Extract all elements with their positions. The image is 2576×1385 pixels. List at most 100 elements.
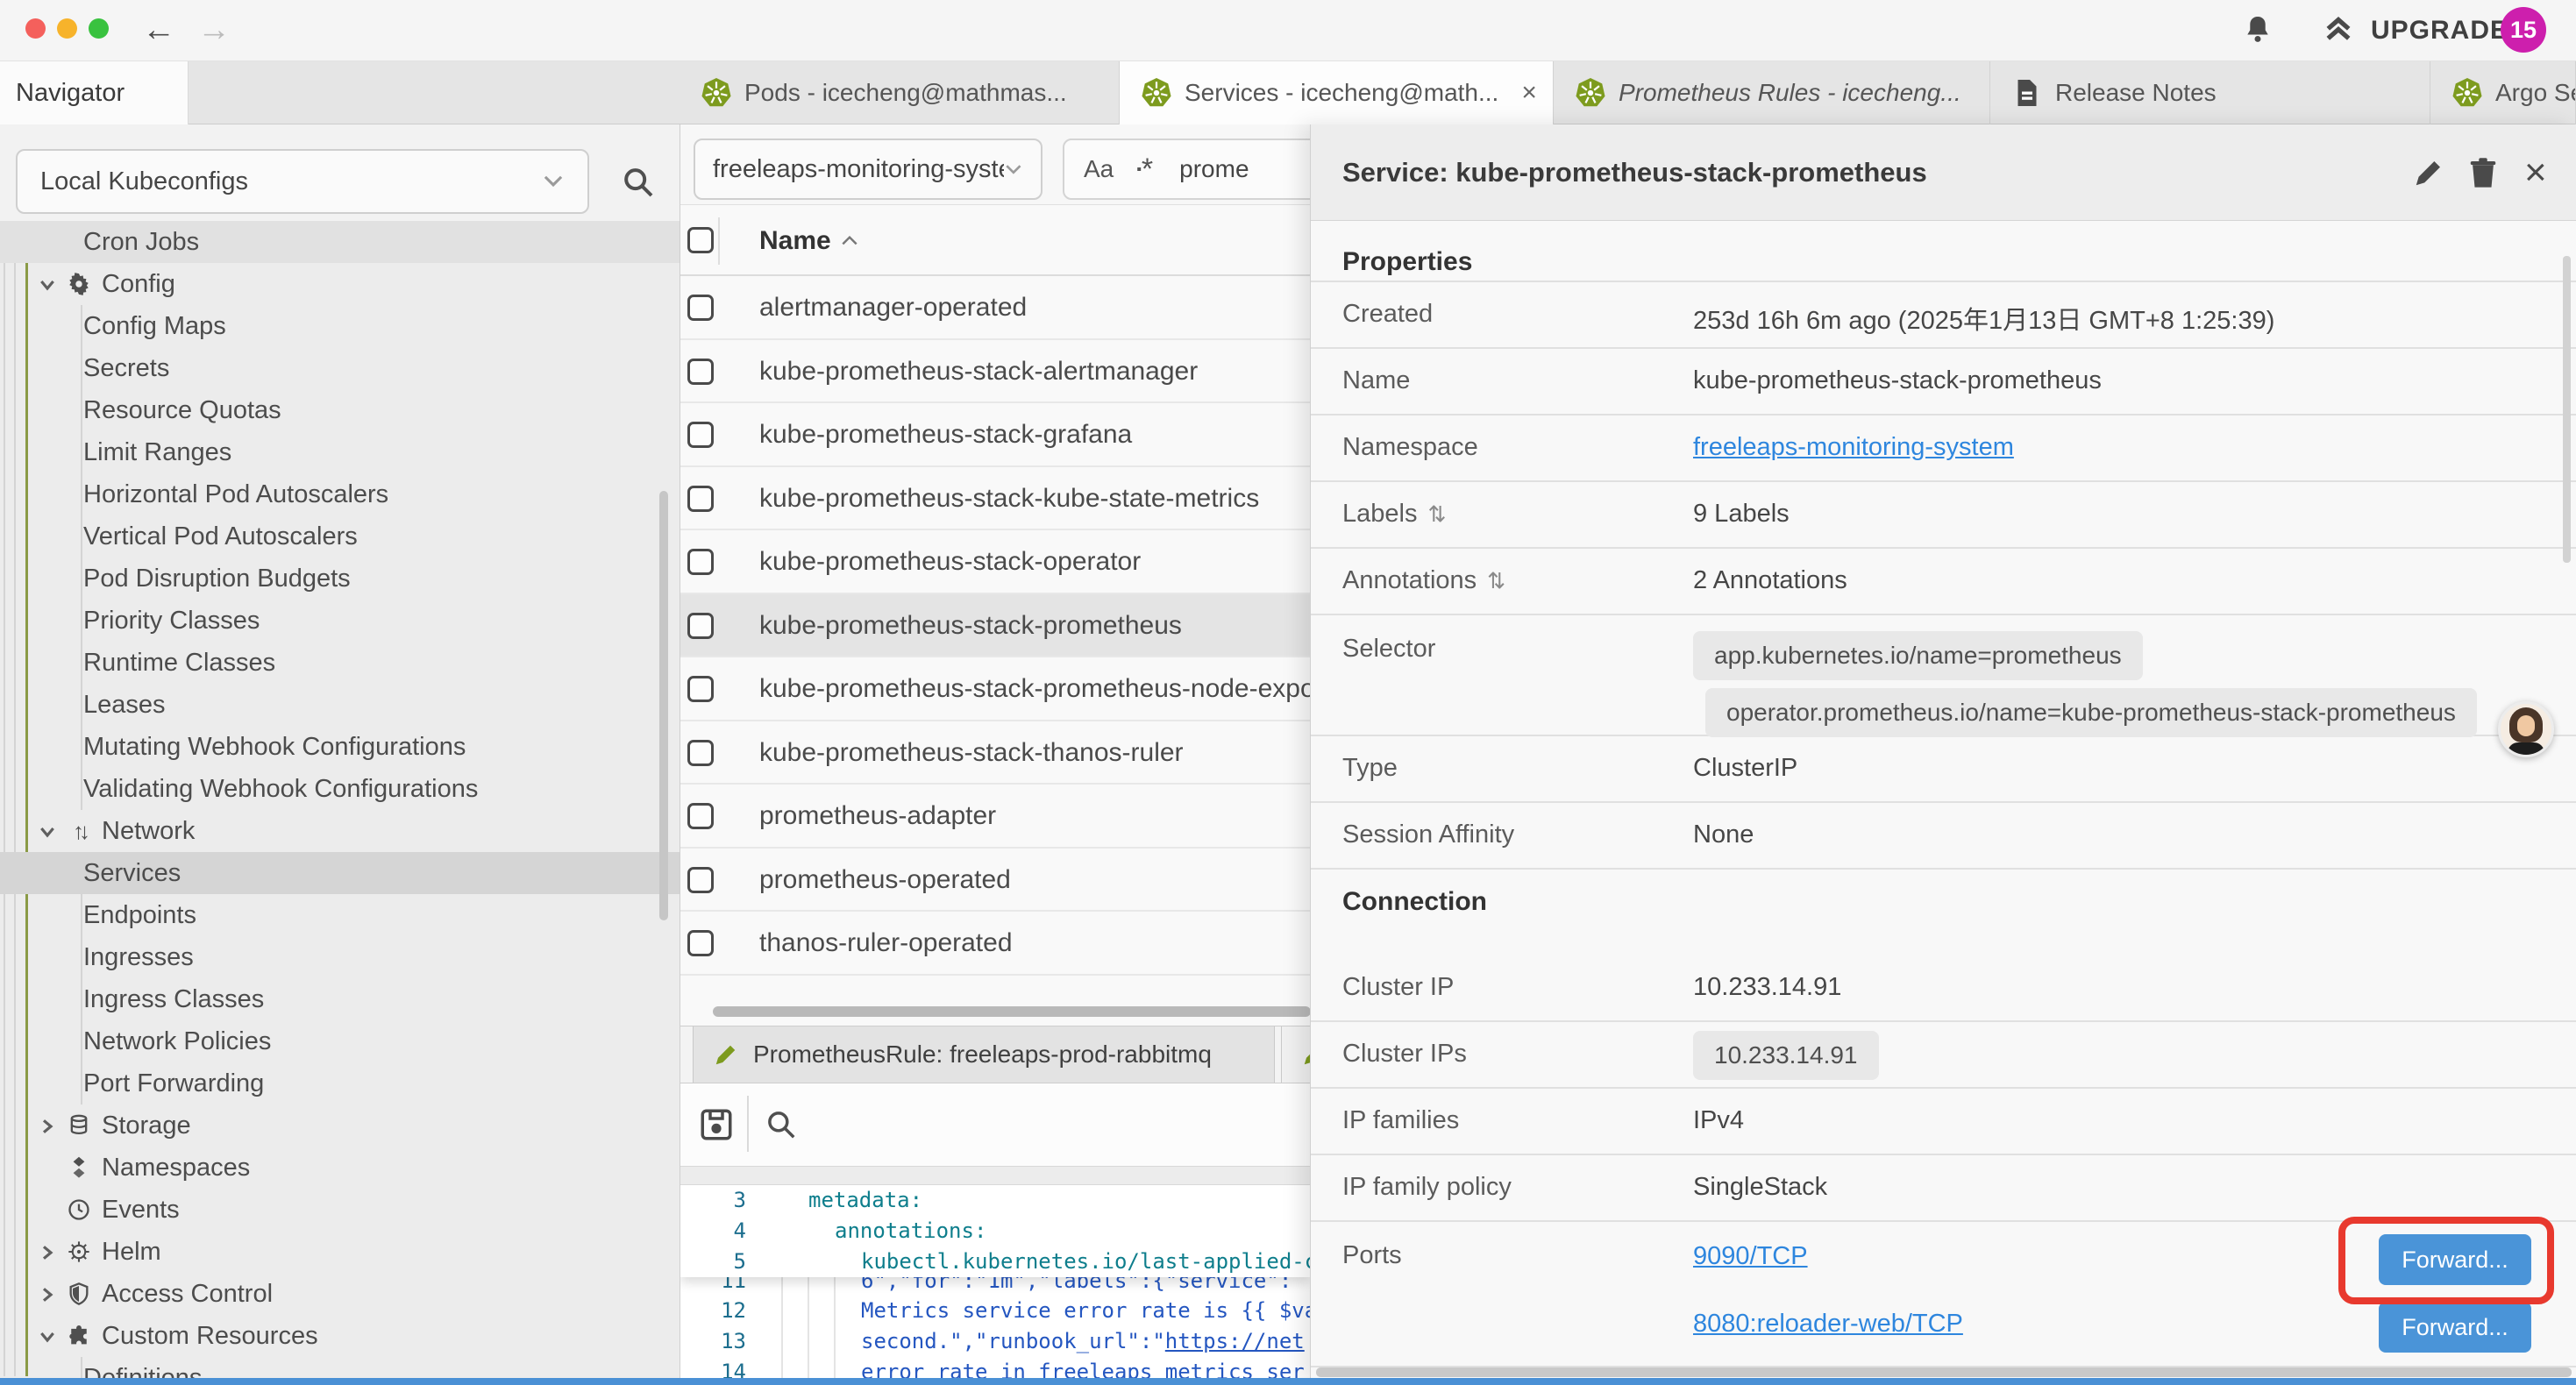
namespace-filter-selector[interactable]: freeleaps-monitoring-system (694, 138, 1042, 200)
chevron-down-icon[interactable] (37, 273, 58, 295)
row-checkbox[interactable] (687, 295, 714, 321)
sidebar-item-priority-classes[interactable]: Priority Classes (0, 600, 680, 642)
sort-updown-icon[interactable]: ⇅ (1427, 502, 1446, 527)
sidebar-item-resource-quotas[interactable]: Resource Quotas (0, 389, 680, 431)
tab-pods[interactable]: Pods - icecheng@mathmas... (680, 61, 1120, 124)
edit-pencil-icon[interactable] (2412, 156, 2445, 189)
editor-tab-partial[interactable] (1281, 1026, 1310, 1083)
sidebar-item-services[interactable]: Services (0, 852, 680, 894)
sidebar-item-runtime-classes[interactable]: Runtime Classes (0, 642, 680, 684)
yaml-editor[interactable]: 116","for":"1m","labels":{"service":12Me… (680, 1185, 1310, 1385)
row-checkbox[interactable] (687, 930, 714, 956)
sidebar-item-mutating-webhook-configurations[interactable]: Mutating Webhook Configurations (0, 726, 680, 768)
match-case-icon[interactable]: Aa (1084, 155, 1114, 183)
tab-prometheus[interactable]: Prometheus Rules - icecheng... (1554, 61, 1990, 124)
sidebar-item-leases[interactable]: Leases (0, 684, 680, 726)
editor-search-icon[interactable] (765, 1108, 798, 1146)
sidebar-item-network-policies[interactable]: Network Policies (0, 1020, 680, 1062)
table-row[interactable]: thanos-ruler-operated (680, 912, 1310, 976)
sidebar-item-validating-webhook-configurations[interactable]: Validating Webhook Configurations (0, 768, 680, 810)
sidebar-item-config-maps[interactable]: Config Maps (0, 305, 680, 347)
table-row[interactable]: prometheus-adapter (680, 785, 1310, 849)
name-column-header[interactable]: Name (759, 205, 831, 276)
sidebar-item-storage[interactable]: Storage (0, 1104, 680, 1147)
sidebar-item-port-forwarding[interactable]: Port Forwarding (0, 1062, 680, 1104)
sidebar-item-events[interactable]: Events (0, 1189, 680, 1231)
table-row[interactable]: prometheus-operated (680, 849, 1310, 913)
upgrade-button[interactable]: UPGRADE (2371, 16, 2508, 46)
regex-icon[interactable]: ▪* (1136, 153, 1153, 187)
sort-asc-icon[interactable] (840, 233, 859, 247)
chevron-right-icon[interactable] (37, 1115, 58, 1136)
sidebar-item-custom-resources[interactable]: Custom Resources (0, 1315, 680, 1357)
forward-button[interactable]: → (197, 11, 231, 49)
upgrade-icon[interactable] (2322, 13, 2355, 46)
sidebar-item-ingresses[interactable]: Ingresses (0, 936, 680, 978)
sidebar-item-helm[interactable]: Helm (0, 1231, 680, 1273)
sidebar-item-ingress-classes[interactable]: Ingress Classes (0, 978, 680, 1020)
tab-services[interactable]: Services - icecheng@math...× (1120, 61, 1554, 124)
row-checkbox[interactable] (687, 359, 714, 385)
select-all-checkbox[interactable] (687, 227, 714, 253)
close-icon[interactable]: × (2524, 124, 2547, 221)
row-checkbox[interactable] (687, 422, 714, 448)
tab-navigator[interactable]: Navigator (0, 61, 189, 124)
row-checkbox[interactable] (687, 613, 714, 639)
port-link[interactable]: 9090/TCP (1693, 1242, 1808, 1271)
editor-minimap-strip[interactable] (680, 1166, 1310, 1185)
save-icon[interactable] (698, 1106, 735, 1147)
chevron-right-icon[interactable] (37, 1241, 58, 1262)
tab-release[interactable]: Release Notes (1990, 61, 2430, 124)
port-link[interactable]: 8080:reloader-web/TCP (1693, 1310, 1963, 1339)
row-checkbox[interactable] (687, 549, 714, 575)
name-search-input[interactable]: Aa ▪* prome (1063, 138, 1310, 200)
drawer-horizontal-scrollbar[interactable] (1316, 1367, 2572, 1377)
tab-argo[interactable]: Argo Se (2430, 61, 2576, 124)
notification-badge[interactable]: 15 (2501, 7, 2546, 53)
table-row[interactable]: kube-prometheus-stack-kube-state-metrics (680, 467, 1310, 531)
chevron-right-icon[interactable] (37, 1283, 58, 1304)
table-row[interactable]: kube-prometheus-stack-operator (680, 530, 1310, 594)
sidebar-item-network[interactable]: ↑↓Network (0, 810, 680, 852)
row-checkbox[interactable] (687, 867, 714, 893)
close-window-button[interactable] (25, 18, 46, 39)
chevron-down-icon[interactable] (37, 1325, 58, 1346)
forward-button[interactable]: Forward... (2379, 1302, 2531, 1353)
row-checkbox[interactable] (687, 486, 714, 512)
horizontal-scrollbar[interactable] (713, 1006, 1310, 1017)
sidebar-item-endpoints[interactable]: Endpoints (0, 894, 680, 936)
sidebar-item-secrets[interactable]: Secrets (0, 347, 680, 389)
table-row[interactable]: alertmanager-operated (680, 276, 1310, 340)
back-button[interactable]: ← (142, 11, 175, 49)
editor-tab-prometheusrule[interactable]: PrometheusRule: freeleaps-prod-rabbitmq (693, 1026, 1275, 1083)
code-link[interactable]: https://net (1165, 1329, 1305, 1353)
sidebar-scrollbar[interactable] (659, 491, 668, 920)
sidebar-item-vertical-pod-autoscalers[interactable]: Vertical Pod Autoscalers (0, 515, 680, 558)
bell-icon[interactable] (2241, 13, 2274, 46)
chevron-down-icon[interactable] (37, 820, 58, 842)
maximize-window-button[interactable] (89, 18, 109, 39)
minimize-window-button[interactable] (57, 18, 77, 39)
table-row[interactable]: kube-prometheus-stack-prometheus (680, 594, 1310, 658)
sidebar-search-icon[interactable] (621, 165, 656, 204)
row-checkbox[interactable] (687, 803, 714, 829)
sidebar-item-cron-jobs[interactable]: Cron Jobs (0, 221, 680, 263)
row-checkbox[interactable] (687, 676, 714, 702)
close-tab-icon[interactable]: × (1521, 78, 1537, 108)
table-row[interactable]: kube-prometheus-stack-grafana (680, 403, 1310, 467)
row-checkbox[interactable] (687, 740, 714, 766)
sidebar-item-limit-ranges[interactable]: Limit Ranges (0, 431, 680, 473)
drawer-scrollbar[interactable] (2563, 256, 2571, 563)
table-row[interactable]: kube-prometheus-stack-prometheus-node-ex… (680, 657, 1310, 721)
user-avatar[interactable] (2498, 701, 2554, 757)
kubeconfig-selector[interactable]: Local Kubeconfigs (16, 149, 589, 214)
sidebar-item-access-control[interactable]: Access Control (0, 1273, 680, 1315)
table-row[interactable]: kube-prometheus-stack-alertmanager (680, 340, 1310, 404)
sidebar-item-horizontal-pod-autoscalers[interactable]: Horizontal Pod Autoscalers (0, 473, 680, 515)
table-row[interactable]: kube-prometheus-stack-thanos-ruler (680, 721, 1310, 785)
sidebar-item-namespaces[interactable]: Namespaces (0, 1147, 680, 1189)
sort-updown-icon[interactable]: ⇅ (1487, 569, 1505, 593)
sidebar-item-pod-disruption-budgets[interactable]: Pod Disruption Budgets (0, 558, 680, 600)
sidebar-item-config[interactable]: Config (0, 263, 680, 305)
delete-trash-icon[interactable] (2466, 156, 2500, 189)
